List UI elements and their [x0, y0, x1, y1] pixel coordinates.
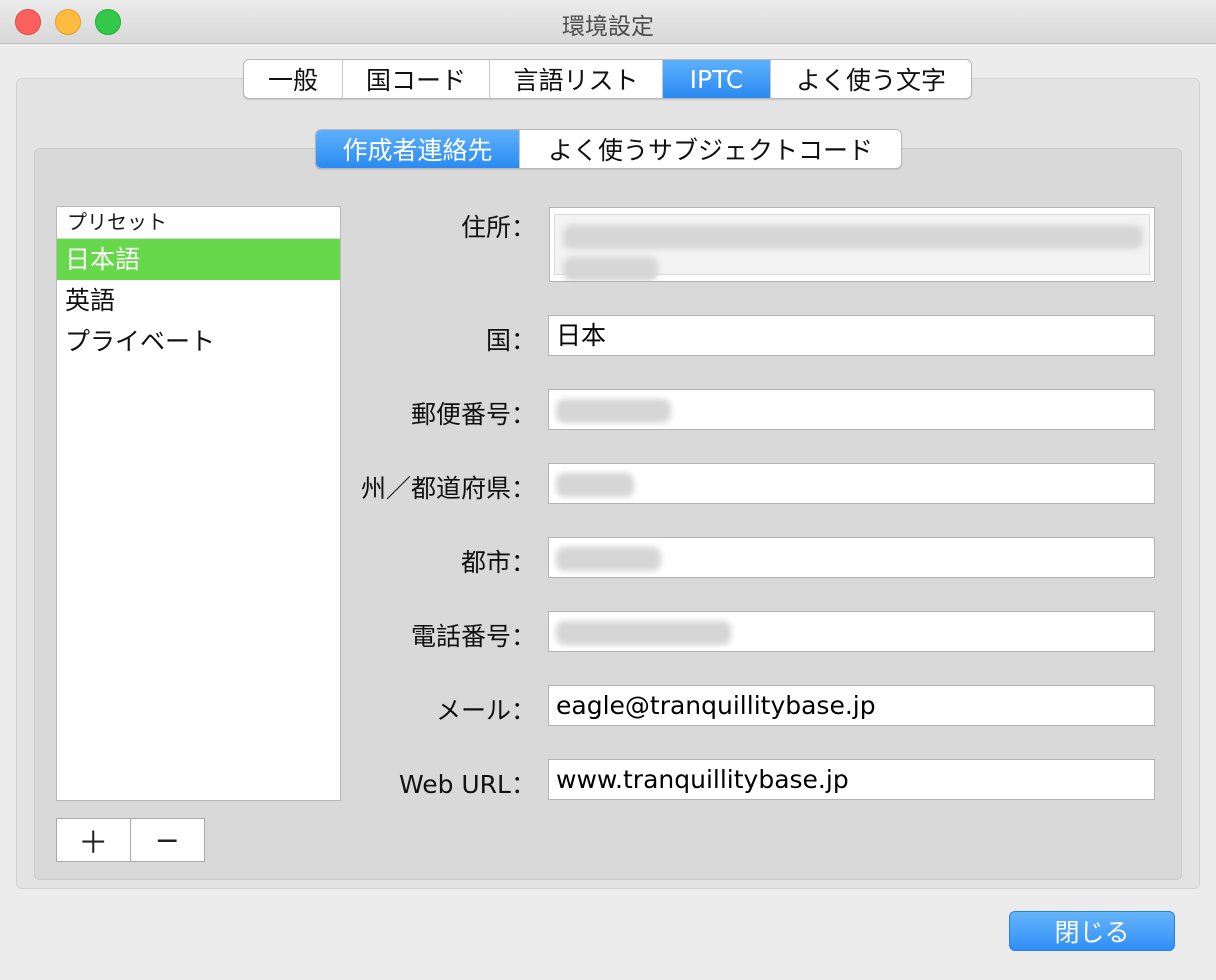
- country-label: 国：: [485, 326, 536, 355]
- redacted-text: [556, 473, 634, 497]
- iptc-sub-tab-bar: 作成者連絡先 よく使うサブジェクトコード: [315, 129, 902, 169]
- window-title: 環境設定: [562, 14, 654, 40]
- email-label: メール：: [435, 696, 536, 725]
- preset-item-private[interactable]: プライベート: [57, 321, 340, 362]
- tab-language-list[interactable]: 言語リスト: [490, 60, 663, 98]
- email-field[interactable]: eagle@tranquillitybase.jp: [548, 685, 1155, 726]
- web-url-field[interactable]: www.tranquillitybase.jp: [548, 759, 1155, 800]
- address-field[interactable]: [549, 207, 1155, 282]
- city-label: 都市：: [460, 548, 536, 577]
- redacted-text: [563, 257, 658, 281]
- title-bar: 環境設定: [0, 0, 1216, 44]
- preset-add-remove-control: ＋ −: [56, 818, 205, 862]
- main-tab-bar: 一般 国コード 言語リスト IPTC よく使う文字: [243, 59, 972, 99]
- phone-field[interactable]: [548, 611, 1155, 652]
- redacted-text: [556, 399, 671, 423]
- add-preset-button[interactable]: ＋: [57, 819, 131, 861]
- preset-list-header: プリセット: [57, 207, 340, 239]
- tab-frequent-characters[interactable]: よく使う文字: [771, 60, 971, 98]
- preset-list[interactable]: プリセット 日本語 英語 プライベート: [56, 206, 341, 801]
- remove-preset-button[interactable]: −: [131, 819, 205, 861]
- state-label: 州／都道府県：: [360, 474, 536, 503]
- tab-frequent-subject-codes[interactable]: よく使うサブジェクトコード: [520, 130, 901, 168]
- redacted-text: [563, 225, 1143, 249]
- phone-label: 電話番号：: [410, 622, 536, 651]
- tab-creator-contact[interactable]: 作成者連絡先: [316, 130, 520, 168]
- redacted-text: [556, 621, 731, 645]
- tab-general[interactable]: 一般: [244, 60, 343, 98]
- country-field[interactable]: 日本: [548, 315, 1155, 356]
- address-label: 住所：: [460, 213, 536, 242]
- city-field[interactable]: [548, 537, 1155, 578]
- redacted-text: [556, 547, 661, 571]
- tab-iptc[interactable]: IPTC: [663, 60, 771, 98]
- web-url-label: Web URL：: [398, 770, 536, 799]
- postal-code-field[interactable]: [548, 389, 1155, 430]
- close-button[interactable]: 閉じる: [1009, 911, 1175, 951]
- preset-item-english[interactable]: 英語: [57, 280, 340, 321]
- preset-item-japanese[interactable]: 日本語: [57, 239, 340, 280]
- state-field[interactable]: [548, 463, 1155, 504]
- tab-country-codes[interactable]: 国コード: [343, 60, 490, 98]
- postal-code-label: 郵便番号：: [410, 400, 536, 429]
